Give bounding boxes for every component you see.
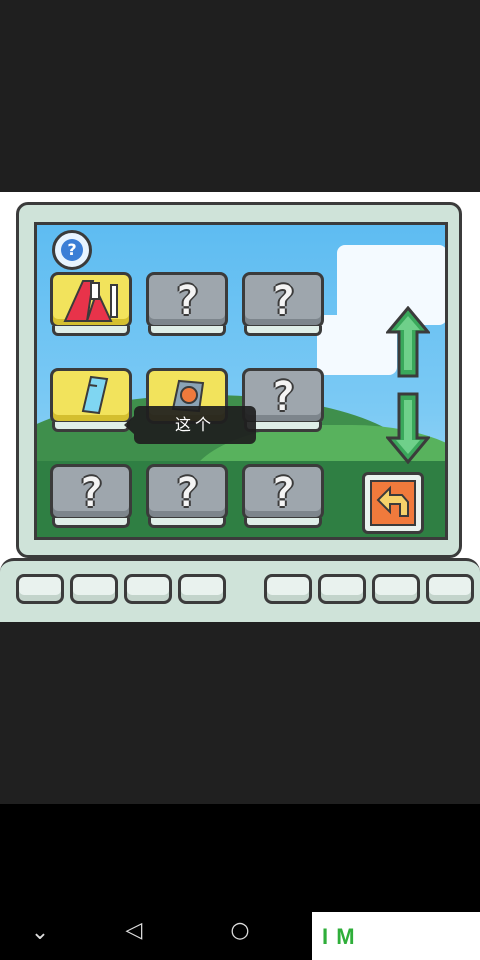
circle-home-icon[interactable]: ○ (226, 918, 254, 943)
keyboard-key (264, 574, 312, 604)
back-button[interactable] (362, 472, 424, 534)
cloud (317, 315, 397, 375)
question-mark-icon: ? (270, 278, 296, 324)
arrow-down-icon (384, 392, 432, 465)
tile-shelf (244, 326, 322, 336)
red-figure-icon (63, 280, 118, 322)
keyboard-key (178, 574, 226, 604)
blue-phone-icon (81, 375, 109, 415)
locked-item-tile[interactable]: ? (242, 464, 324, 520)
arrow-up-icon (384, 305, 432, 378)
keyboard-key (16, 574, 64, 604)
keyboard-key (318, 574, 366, 604)
undo-arrow-icon (376, 485, 409, 517)
locked-item-tile[interactable]: ? (242, 272, 324, 328)
item-tooltip: 这个 (134, 406, 256, 444)
item-tile-red-figure[interactable] (50, 272, 132, 328)
item-tile-blue-phone[interactable] (50, 368, 132, 424)
keyboard-key (70, 574, 118, 604)
question-mark-icon: ? (78, 470, 104, 516)
scroll-down-button[interactable] (384, 392, 432, 465)
question-mark-icon: ? (174, 278, 200, 324)
tile-shelf (148, 326, 226, 336)
tooltip-pointer (124, 416, 134, 434)
locked-item-tile[interactable]: ? (146, 464, 228, 520)
question-mark-icon: ? (270, 374, 296, 420)
chevron-down-icon[interactable]: ⌄ (28, 920, 52, 945)
locked-item-tile[interactable]: ? (50, 464, 132, 520)
question-mark-icon: ? (270, 470, 296, 516)
keyboard-key (426, 574, 474, 604)
back-button-face (370, 480, 416, 526)
scroll-up-button[interactable] (384, 305, 432, 378)
keyboard-key (124, 574, 172, 604)
tile-shelf (148, 518, 226, 528)
help-button[interactable]: ? (52, 230, 92, 270)
watermark-text: I M (322, 924, 356, 949)
locked-item-tile[interactable]: ? (146, 272, 228, 328)
bottom-letterbox (0, 622, 480, 804)
keyboard-key (372, 574, 420, 604)
tile-shelf (52, 326, 130, 336)
question-mark-icon: ? (174, 470, 200, 516)
triangle-back-icon[interactable]: ◁ (120, 918, 148, 943)
tile-shelf (52, 422, 130, 432)
question-mark-icon: ? (61, 239, 83, 261)
tile-shelf (52, 518, 130, 528)
tile-shelf (244, 518, 322, 528)
